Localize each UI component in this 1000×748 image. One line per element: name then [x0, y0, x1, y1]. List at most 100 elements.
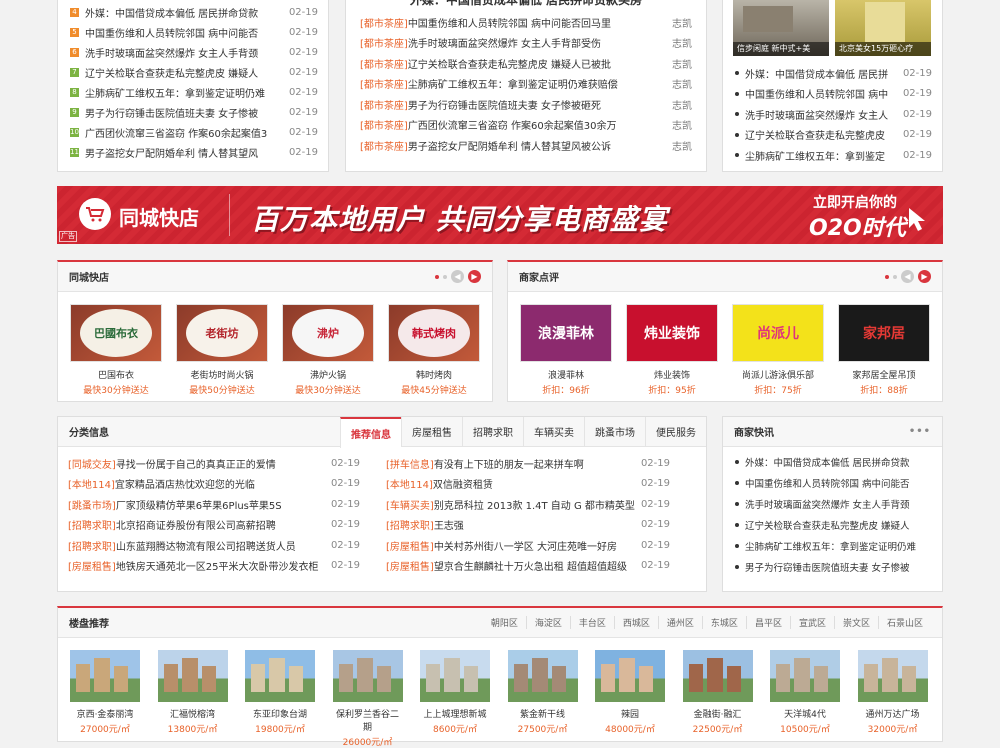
- info-title[interactable]: 望京合生麒麟社十万火急出租 超值超值超级: [434, 558, 635, 573]
- merchant-name[interactable]: 浪漫菲林: [518, 368, 614, 381]
- merchant-card[interactable]: 浪漫菲林 浪漫菲林 折扣：96折: [518, 304, 614, 396]
- property-name[interactable]: 辣园: [595, 707, 665, 720]
- property-photo[interactable]: [157, 650, 228, 702]
- property-photo[interactable]: [682, 650, 753, 702]
- list-item[interactable]: [招聘求职] 王志强 02-19: [386, 515, 670, 536]
- merchant-name[interactable]: 炜业装饰: [624, 368, 720, 381]
- tab-2[interactable]: 房屋租售: [401, 416, 462, 447]
- merchant-name[interactable]: 尚派儿游泳俱乐部: [730, 368, 826, 381]
- merchant-name[interactable]: 家邦居全屋吊顶: [836, 368, 932, 381]
- list-item[interactable]: [招聘求职] 山东蓝翔腾达物流有限公司招聘送货人员 02-19: [68, 535, 360, 556]
- tab-5[interactable]: 跳蚤市场: [584, 416, 645, 447]
- property-card[interactable]: 上上城理想新城 8600元/㎡: [420, 650, 490, 735]
- area-link[interactable]: 东城区: [701, 616, 746, 629]
- area-link[interactable]: 石景山区: [877, 616, 931, 629]
- property-photo[interactable]: [420, 650, 490, 702]
- list-item[interactable]: 男子为行窃锤击医院值班夫妻 女子惨被: [735, 556, 934, 577]
- property-photo[interactable]: [245, 650, 315, 702]
- shop-logo[interactable]: 沸炉: [282, 304, 374, 362]
- list-item[interactable]: 中国重伤维和人员转院邻国 病中 02-19: [735, 84, 932, 105]
- list-item[interactable]: 洗手时玻璃面盆突然爆炸 女主人手背颈: [735, 493, 934, 514]
- more-icon[interactable]: •••: [909, 426, 931, 437]
- property-card[interactable]: 东亚印象台湖 19800元/㎡: [245, 650, 315, 735]
- list-item[interactable]: [跳蚤市场] 厂家顶级精仿苹果6苹果6Plus苹果5S 02-19: [68, 494, 360, 515]
- shop-name[interactable]: 沸炉火锅: [280, 368, 376, 381]
- area-link[interactable]: 崇文区: [833, 616, 878, 629]
- merchant-card[interactable]: 家邦居 家邦居全屋吊顶 折扣：88折: [836, 304, 932, 396]
- category-tag[interactable]: [都市茶座]: [360, 76, 408, 91]
- news-title[interactable]: 广西团伙流窜三省盗窃 作案60余起案值3: [85, 125, 283, 140]
- category-tag[interactable]: [本地114]: [386, 476, 433, 491]
- photo-card[interactable]: 北京美女15万砸心疗: [835, 0, 931, 56]
- list-item[interactable]: 辽宁关检联合查获走私完整虎皮 嫌疑人: [735, 514, 934, 535]
- list-item[interactable]: [都市茶座] 洗手时玻璃面盆突然爆炸 女主人手背部受伤 志凯: [360, 33, 692, 54]
- shop-card[interactable]: 巴國布衣 巴国布衣 最快30分钟送达: [68, 304, 164, 396]
- category-tag[interactable]: [都市茶座]: [360, 117, 408, 132]
- list-item[interactable]: 尘肺病矿工维权五年：拿到鉴定证明仍难: [735, 535, 934, 556]
- list-item[interactable]: 外媒：中国借贷成本偏低 居民拼命贷款: [735, 451, 934, 472]
- area-link[interactable]: 通州区: [657, 616, 702, 629]
- info-title[interactable]: 有没有上下班的朋友一起来拼车啊: [434, 456, 635, 471]
- list-item[interactable]: [都市茶座] 尘肺病矿工维权五年：拿到鉴定证明仍难获赔偿 志凯: [360, 74, 692, 95]
- property-photo[interactable]: [507, 650, 578, 702]
- category-tag[interactable]: [招聘求职]: [68, 538, 116, 553]
- news-title[interactable]: 洗手时玻璃面盆突然爆炸 女主人手背颈: [85, 45, 283, 60]
- list-item[interactable]: 中国重伤维和人员转院邻国 病中问能否: [735, 472, 934, 493]
- list-item[interactable]: [拼车信息] 有没有上下班的朋友一起来拼车啊 02-19: [386, 453, 670, 474]
- next-arrow-icon[interactable]: ▶: [468, 270, 481, 283]
- tab-1[interactable]: 推荐信息: [340, 416, 401, 448]
- category-tag[interactable]: [拼车信息]: [386, 456, 434, 471]
- info-title[interactable]: 别克昂科拉 2013款 1.4T 自动 G 都市精英型: [434, 497, 635, 512]
- category-tag[interactable]: [都市茶座]: [360, 56, 408, 71]
- merchant-logo[interactable]: 浪漫菲林: [520, 304, 612, 362]
- info-title[interactable]: 山东蓝翔腾达物流有限公司招聘送货人员: [116, 538, 325, 553]
- category-tag[interactable]: [都市茶座]: [360, 97, 408, 112]
- property-photo[interactable]: [70, 650, 140, 702]
- property-name[interactable]: 京西·金泰丽湾: [70, 707, 140, 720]
- news-title[interactable]: 中国重伤维和人员转院邻国 病中问能否: [745, 476, 934, 490]
- category-tag[interactable]: [都市茶座]: [360, 15, 408, 30]
- area-link[interactable]: 西城区: [613, 616, 658, 629]
- property-name[interactable]: 金融街·融汇: [683, 707, 753, 720]
- property-card[interactable]: 金融街·融汇 22500元/㎡: [682, 650, 753, 735]
- shop-name[interactable]: 老街坊时尚火锅: [174, 368, 270, 381]
- headline[interactable]: 外媒：中国借贷成本偏低 居民拼命贷款买房: [346, 0, 706, 8]
- list-item[interactable]: 6 洗手时玻璃面盆突然爆炸 女主人手背颈 02-19: [70, 42, 318, 62]
- prev-arrow-icon[interactable]: ◀: [451, 270, 464, 283]
- list-item[interactable]: [房屋租售] 中关村苏州街八一学区 大河庄苑唯一好房 02-19: [386, 535, 670, 556]
- list-item[interactable]: 11 男子盗挖女尸配阴婚牟利 情人替其望风 02-19: [70, 142, 318, 162]
- list-item[interactable]: 8 尘肺病矿工维权五年：拿到鉴定证明仍难 02-19: [70, 82, 318, 102]
- property-name[interactable]: 上上城理想新城: [420, 707, 490, 720]
- property-card[interactable]: 紫金新干线 27500元/㎡: [507, 650, 578, 735]
- list-item[interactable]: [都市茶座] 中国重伤维和人员转院邻国 病中问能否回马里 志凯: [360, 12, 692, 33]
- list-item[interactable]: 10 广西团伙流窜三省盗窃 作案60余起案值3 02-19: [70, 122, 318, 142]
- shop-logo[interactable]: 老街坊: [176, 304, 268, 362]
- next-arrow-icon[interactable]: ▶: [918, 270, 931, 283]
- news-title[interactable]: 广西团伙流窜三省盗窃 作案60余起案值30余万: [408, 117, 664, 132]
- property-card[interactable]: 汇福悦榕湾 13800元/㎡: [157, 650, 228, 735]
- property-name[interactable]: 天洋城4代: [770, 707, 840, 720]
- category-tag[interactable]: [车辆买卖]: [386, 497, 434, 512]
- category-tag[interactable]: [房屋租售]: [386, 538, 434, 553]
- info-title[interactable]: 北京招商证券股份有限公司高薪招聘: [116, 517, 325, 532]
- shop-logo[interactable]: 巴國布衣: [70, 304, 162, 362]
- news-title[interactable]: 外媒：中国借贷成本偏低 居民拼: [745, 66, 897, 81]
- news-title[interactable]: 尘肺病矿工维权五年：拿到鉴定: [745, 148, 897, 163]
- news-title[interactable]: 洗手时玻璃面盆突然爆炸 女主人手背颈: [745, 497, 934, 511]
- tab-6[interactable]: 便民服务: [645, 416, 706, 447]
- property-card[interactable]: 保利罗兰香谷二期 26000元/㎡: [332, 650, 403, 748]
- category-tag[interactable]: [本地114]: [68, 476, 115, 491]
- property-card[interactable]: 辣园 48000元/㎡: [595, 650, 665, 735]
- list-item[interactable]: 7 辽宁关检联合查获走私完整虎皮 嫌疑人 02-19: [70, 62, 318, 82]
- carousel-dot[interactable]: [443, 274, 447, 279]
- category-tag[interactable]: [招聘求职]: [386, 517, 434, 532]
- area-link[interactable]: 昌平区: [745, 616, 790, 629]
- news-title[interactable]: 中国重伤维和人员转院邻国 病中: [745, 86, 897, 101]
- property-name[interactable]: 通州万达广场: [858, 707, 928, 720]
- carousel-dot[interactable]: [885, 274, 889, 279]
- list-item[interactable]: [都市茶座] 男子为行窃锤击医院值班夫妻 女子惨被砸死 志凯: [360, 94, 692, 115]
- carousel-dot[interactable]: [435, 274, 439, 279]
- merchant-logo[interactable]: 尚派儿: [732, 304, 824, 362]
- shop-card[interactable]: 老街坊 老街坊时尚火锅 最快50分钟送达: [174, 304, 270, 396]
- news-title[interactable]: 男子为行窃锤击医院值班夫妻 女子惨被砸死: [408, 97, 664, 112]
